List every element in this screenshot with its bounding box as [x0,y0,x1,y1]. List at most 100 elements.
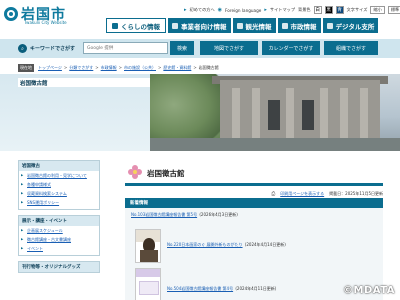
bg-white-button[interactable]: 白 [313,6,322,14]
breadcrumb-here-label: 現在地 [18,63,34,72]
font-default-button[interactable]: 標準 [387,6,400,14]
flower-icon [128,165,142,179]
printer-icon: ⎙ [271,191,276,197]
font-small-button[interactable]: 縮小 [370,6,385,14]
breadcrumb-current: 岩国徴古館 [198,64,219,70]
watermark: ©MDATA [343,285,395,296]
sitemap-link[interactable]: サイトマップ [270,7,295,13]
breadcrumb-link[interactable]: 市の施設（公共） [124,65,156,71]
news-link[interactable]: No.103岩国徴古館講座報告書 第5号 [131,212,197,217]
news-item: No.220日本画家のぐ 展開外新ものがたり (2024年4月14日更新) [167,242,286,248]
page: 岩国市 Iwakuni City Website ▸ 初めての方へ ◉ Fore… [0,0,400,300]
photo-column [252,88,260,140]
photo-building [220,80,380,140]
photo-column [232,88,240,140]
thumbnail-figure [140,250,158,262]
left-sidebar: 岩国徴古 岩国徴古館の利用・見学について 各種申請様式 収蔵資料検索システム S… [18,160,100,300]
monitor-icon [326,22,333,29]
breadcrumb-separator: > [63,65,68,70]
photo-ground [150,138,400,151]
updated-date: 掲載日：2025年11月5日更新 [329,191,383,196]
calendar-search-button[interactable]: カレンダーでさがす [262,41,320,55]
news-item: No.103岩国徴古館講座報告書 第5号 (2026年4月3日更新) [131,212,238,218]
page-title: 岩国徴古館 [147,169,185,178]
gnav-living[interactable]: くらしの情報 [106,18,166,33]
sidebar-link[interactable]: 徴古館講座・古文書講座 [19,235,99,244]
building-icon [172,22,178,29]
news-thumbnail[interactable] [135,268,161,300]
breadcrumb: 現在地 トップページ > 分類でさがす > 市政情報 > 市の施設（公共） > … [0,62,400,73]
hero-title: 岩国徴古館 [20,81,48,87]
gnav-business[interactable]: 事業者向け情報 [168,18,231,33]
sidebar-link[interactable]: イベント [19,244,99,255]
search-icon: ⌕ [18,44,27,53]
bg-blue-button[interactable]: 青 [335,6,344,14]
sidebar-link[interactable]: 企画展スケジュール [19,226,99,235]
sidebar-link[interactable]: SNS運用ポリシー [19,198,99,209]
gnav-digital-branch[interactable]: デジタル支所 [322,18,379,33]
search-input[interactable] [83,42,168,54]
site-header: 岩国市 Iwakuni City Website ▸ 初めての方へ ◉ Fore… [0,0,400,38]
city-emblem-icon [4,7,18,21]
search-bar: ⌕ キーワードでさがす 検索 地図でさがす カレンダーでさがす 組織でさがす [0,39,400,58]
sitemap-icon: ▸ [264,7,267,13]
main-content: 岩国徴古館 ⎙ 印刷用ページを表示する 掲載日：2025年11月5日更新 新着情… [125,160,383,300]
sidebar-heading: 展示・講座・イベント [19,216,99,226]
org-search-button[interactable]: 組織でさがす [324,41,378,55]
news-date: (2026年4月3日更新) [199,212,238,217]
sidebar-section: 刊行物等・オリジナルグッズ [18,261,100,273]
global-nav: くらしの情報 事業者向け情報 観光情報 市政情報 デジタル支所 [106,18,379,33]
globe-icon: ◉ [217,7,223,13]
gnav-label: くらしの情報 [121,22,160,31]
sidebar-heading: 岩国徴古 [19,161,99,171]
thumbnail-cover [139,281,159,295]
photo-column [320,88,328,140]
breadcrumb-link[interactable]: 分類でさがす [69,65,93,71]
news-thumbnail[interactable] [135,229,161,263]
breadcrumb-link[interactable]: トップページ [38,65,62,71]
gnav-city-admin[interactable]: 市政情報 [277,18,321,33]
map-search-button[interactable]: 地図でさがす [200,41,258,55]
sidebar-link[interactable]: 各種申請様式 [19,180,99,189]
photo-window [302,100,314,130]
breadcrumb-link[interactable]: 歴史館・資料館 [163,65,191,71]
arrow-icon: ▸ [184,7,187,13]
thumbnail-header [136,269,160,277]
camera-icon [236,22,243,29]
breadcrumb-link[interactable]: 市政情報 [101,65,117,71]
gnav-label: 市政情報 [290,22,317,31]
gnav-label: 観光情報 [245,22,272,31]
city-hall-icon [281,22,288,29]
news-date: (2024年4月11日更新) [235,286,277,291]
foreign-language-link[interactable]: Foreign language [225,8,261,13]
first-visit-link[interactable]: 初めての方へ [190,7,215,13]
keyword-search-label: キーワードでさがす [30,46,76,52]
sidebar-link[interactable]: 収蔵資料検索システム [19,189,99,198]
breadcrumb-separator: > [193,65,197,70]
font-size-label: 文字サイズ [346,7,368,12]
gnav-label: デジタル支所 [335,22,375,31]
bg-color-label: 背景色 [298,7,311,12]
hero-banner: 岩国徴古館 [0,74,400,151]
gnav-tourism[interactable]: 観光情報 [232,18,276,33]
house-icon [112,22,118,29]
photo-column [340,88,348,140]
bg-black-button[interactable]: 黒 [324,6,333,14]
breadcrumb-separator: > [158,65,162,70]
gnav-label: 事業者向け情報 [181,22,227,31]
news-date: (2024年4月14日更新) [244,242,286,247]
print-page-link[interactable]: 印刷用ページを表示する [280,191,324,197]
breadcrumb-separator: > [118,65,122,70]
photo-window [268,100,280,130]
news-item: No.504岩国徴古館講座報告書 第4号 (2024年4月11日更新) [167,286,276,292]
sidebar-section: 展示・講座・イベント 企画展スケジュール 徴古館講座・古文書講座 イベント [18,215,100,256]
news-link[interactable]: No.220日本画家のぐ 展開外新ものがたり [167,242,243,247]
sidebar-section: 岩国徴古 岩国徴古館の利用・見学について 各種申請様式 収蔵資料検索システム S… [18,160,100,210]
museum-building-photo [150,74,400,151]
utility-links: ▸ 初めての方へ ◉ Foreign language ▸ サイトマップ 背景色… [184,6,400,14]
search-submit-button[interactable]: 検索 [170,41,194,55]
photo-column [286,88,294,140]
sidebar-link[interactable]: 岩国徴古館の利用・見学について [19,171,99,180]
sidebar-heading: 刊行物等・オリジナルグッズ [19,262,99,272]
news-link[interactable]: No.504岩国徴古館講座報告書 第4号 [167,286,233,291]
